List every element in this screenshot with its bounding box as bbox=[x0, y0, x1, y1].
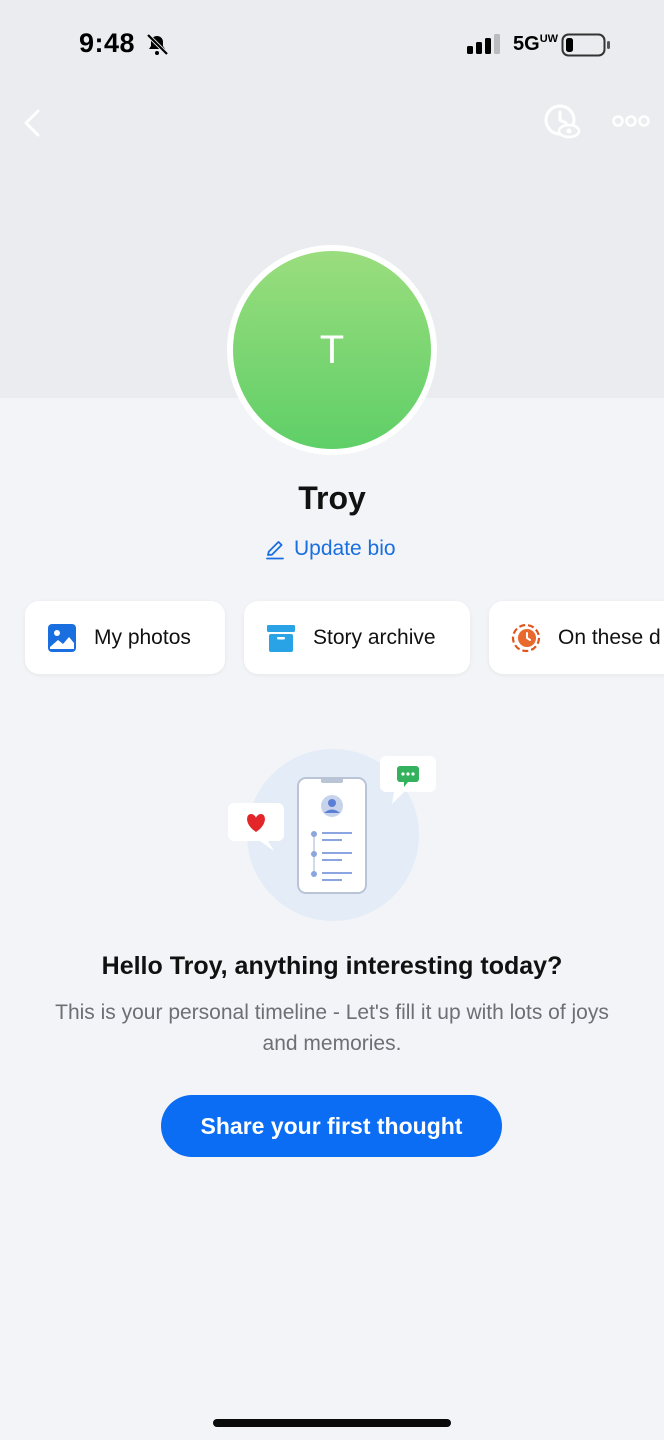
photo-icon bbox=[48, 623, 76, 652]
pencil-icon bbox=[266, 541, 284, 560]
chevron-left-icon bbox=[24, 109, 40, 137]
my-photos-label: My photos bbox=[94, 625, 191, 649]
viewers-button[interactable] bbox=[542, 102, 582, 142]
home-indicator bbox=[213, 1419, 451, 1427]
clock-eye-icon bbox=[544, 104, 581, 139]
avatar[interactable]: T bbox=[233, 251, 431, 449]
more-button[interactable] bbox=[610, 108, 652, 134]
update-bio-link[interactable]: Update bio bbox=[264, 537, 396, 561]
share-first-thought-button[interactable]: Share your first thought bbox=[161, 1095, 502, 1157]
on-this-day-button[interactable]: On these d bbox=[489, 601, 664, 674]
memories-clock-icon bbox=[511, 623, 541, 652]
timeline-illustration bbox=[228, 749, 436, 921]
archive-icon bbox=[267, 624, 295, 652]
avatar-initial: T bbox=[319, 327, 345, 372]
story-archive-label: Story archive bbox=[313, 625, 436, 649]
my-photos-button[interactable]: My photos bbox=[25, 601, 225, 674]
more-dots-icon bbox=[612, 115, 650, 127]
status-time: 9:48 bbox=[79, 28, 136, 58]
signal-icon bbox=[467, 34, 500, 54]
on-this-day-label: On these d bbox=[558, 625, 661, 649]
empty-state-description: This is your personal timeline - Let's f… bbox=[55, 1001, 609, 1055]
battery-icon bbox=[561, 33, 610, 57]
update-bio-label: Update bio bbox=[294, 537, 396, 560]
bell-muted-icon bbox=[146, 33, 169, 56]
profile-name: Troy bbox=[298, 480, 366, 516]
empty-state-title: Hello Troy, anything interesting today? bbox=[101, 952, 563, 980]
story-archive-button[interactable]: Story archive bbox=[244, 601, 470, 674]
network-label: 5GUW bbox=[513, 33, 559, 55]
back-button[interactable] bbox=[18, 104, 52, 142]
